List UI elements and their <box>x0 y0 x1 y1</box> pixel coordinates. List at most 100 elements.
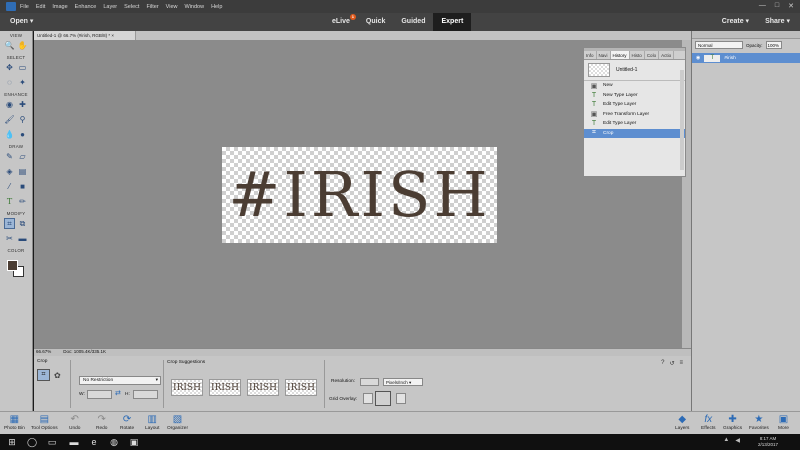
sponge-tool-icon[interactable]: ● <box>17 129 28 140</box>
rotate-button[interactable]: ⟳ Rotate <box>120 414 134 431</box>
layout-button[interactable]: ▥ Layout <box>145 414 159 431</box>
resolution-unit-select[interactable]: Pixels/Inch ▾ <box>383 378 423 386</box>
task-view-icon[interactable]: ▭ <box>44 436 60 448</box>
crop-tool-option-icon[interactable]: ⌗ <box>37 369 50 381</box>
height-input[interactable] <box>133 390 158 399</box>
gradient-tool-icon[interactable]: ▤ <box>17 166 28 177</box>
tab-histogram[interactable]: Histo <box>630 51 645 59</box>
crop-suggestion[interactable]: IRISH <box>209 379 241 396</box>
tab-expert[interactable]: Expert <box>433 13 472 31</box>
marquee-tool-icon[interactable]: ▭ <box>17 62 28 73</box>
eraser-tool-icon[interactable]: ▱ <box>17 151 28 162</box>
history-step[interactable]: ▣ New <box>584 81 685 91</box>
taskbar-clock[interactable]: 8:17 AM 2/13/2017 <box>758 436 778 448</box>
history-step[interactable]: T Edit Type Layer <box>584 100 685 110</box>
blend-mode-select[interactable]: Normal <box>695 41 743 49</box>
photo-bin-button[interactable]: ▦ Photo Bin <box>4 414 25 431</box>
cookie-cutter-icon[interactable]: ✿ <box>54 371 61 380</box>
menu-window[interactable]: Window <box>185 4 205 10</box>
layer-row[interactable]: ◉ T #irish <box>692 53 800 63</box>
reset-icon[interactable]: ↺ <box>669 360 674 367</box>
tool-options-button[interactable]: ▤ Tool Options <box>31 414 58 431</box>
share-button[interactable]: Share ▾ <box>765 17 790 25</box>
opacity-input[interactable]: 100% <box>765 41 782 49</box>
history-step-selected[interactable]: ⌗ Crop <box>584 128 685 138</box>
minimize-button[interactable]: — <box>759 2 766 10</box>
network-icon[interactable]: ▲ <box>723 437 729 444</box>
smart-brush-icon[interactable]: 🖌 <box>4 114 15 125</box>
tab-actions[interactable]: Actio <box>659 51 675 59</box>
crop-preset-select[interactable]: No Restriction ▾ <box>79 376 161 385</box>
zoom-tool-icon[interactable]: 🔍 <box>4 40 15 51</box>
menu-help[interactable]: Help <box>211 4 222 10</box>
document-image[interactable]: #IRISH <box>222 147 497 243</box>
windows-start-icon[interactable]: ⊞ <box>4 436 20 448</box>
shape-tool-icon[interactable]: ■ <box>17 181 28 192</box>
search-icon[interactable]: ◯ <box>24 436 40 448</box>
spot-healing-icon[interactable]: ✚ <box>17 99 28 110</box>
paint-bucket-icon[interactable]: ◈ <box>4 166 15 177</box>
history-step[interactable]: T New Type Layer <box>584 91 685 101</box>
tab-quick[interactable]: Quick <box>358 13 393 31</box>
resolution-input[interactable] <box>360 378 379 386</box>
volume-icon[interactable]: ◀ <box>735 437 740 444</box>
document-tab[interactable]: Untitled-1 @ 66.7% (#irish, RGB/8) * × <box>34 31 136 40</box>
tab-navigator[interactable]: Navi <box>597 51 611 59</box>
history-scrollbar[interactable] <box>680 70 684 170</box>
history-step[interactable]: T Edit Type Layer <box>584 119 685 129</box>
undo-button[interactable]: ↶ Undo <box>69 414 80 431</box>
width-input[interactable] <box>87 390 112 399</box>
chrome-icon[interactable]: ◍ <box>106 436 122 448</box>
favorites-button[interactable]: ★ Favorites <box>749 414 769 431</box>
history-snapshot[interactable]: Untitled-1 <box>584 60 685 81</box>
crop-suggestion[interactable]: IRISH <box>285 379 317 396</box>
menu-file[interactable]: File <box>20 4 29 10</box>
open-button[interactable]: Open ▾ <box>10 17 33 25</box>
tab-info[interactable]: Info <box>584 51 597 59</box>
tab-color[interactable]: Colo <box>645 51 660 59</box>
lasso-tool-icon[interactable]: ◌ <box>4 77 15 88</box>
content-aware-move-icon[interactable]: ✂ <box>4 233 15 244</box>
blur-tool-icon[interactable]: 💧 <box>4 129 15 140</box>
visibility-eye-icon[interactable]: ◉ <box>696 55 700 61</box>
menu-image[interactable]: Image <box>52 4 67 10</box>
menu-filter[interactable]: Filter <box>146 4 158 10</box>
crop-suggestion[interactable]: IRISH <box>247 379 279 396</box>
grid-thirds-button[interactable] <box>375 391 391 406</box>
grid-none-button[interactable] <box>363 393 373 404</box>
maximize-button[interactable]: □ <box>775 2 779 10</box>
close-tab-icon[interactable]: × <box>111 33 114 38</box>
more-button[interactable]: ▣ More <box>778 414 789 431</box>
foreground-color-swatch[interactable] <box>7 260 18 271</box>
magic-wand-icon[interactable]: ✦ <box>17 77 28 88</box>
menu-layer[interactable]: Layer <box>103 4 117 10</box>
clone-stamp-icon[interactable]: ⚲ <box>17 114 28 125</box>
menu-icon[interactable]: ≡ <box>679 360 683 367</box>
swap-icon[interactable]: ⇄ <box>115 389 121 397</box>
history-step[interactable]: ▣ Free Transform Layer <box>584 110 685 120</box>
photoshop-elements-icon[interactable]: ▣ <box>126 436 142 448</box>
menu-view[interactable]: View <box>166 4 178 10</box>
menu-edit[interactable]: Edit <box>36 4 45 10</box>
close-button[interactable]: ✕ <box>788 2 794 10</box>
tab-elive[interactable]: eLive 1 <box>324 13 358 31</box>
menu-enhance[interactable]: Enhance <box>75 4 97 10</box>
graphics-button[interactable]: ✚ Graphics <box>723 414 742 431</box>
tab-guided[interactable]: Guided <box>393 13 433 31</box>
red-eye-tool-icon[interactable]: ◉ <box>4 99 15 110</box>
file-explorer-icon[interactable]: ▬ <box>66 436 82 448</box>
move-tool-icon[interactable]: ✥ <box>4 62 15 73</box>
organizer-button[interactable]: ▧ Organizer <box>167 414 188 431</box>
menu-select[interactable]: Select <box>124 4 139 10</box>
redo-button[interactable]: ↷ Redo <box>96 414 107 431</box>
create-button[interactable]: Create ▾ <box>722 17 749 25</box>
recompose-tool-icon[interactable]: ⧉ <box>17 218 28 229</box>
tab-history[interactable]: History <box>610 51 630 59</box>
type-tool-icon[interactable]: T <box>4 196 15 207</box>
pencil-tool-icon[interactable]: ✏ <box>17 196 28 207</box>
help-icon[interactable]: ? <box>661 360 664 367</box>
eyedropper-icon[interactable]: ⁄ <box>4 181 15 192</box>
hand-tool-icon[interactable]: ✋ <box>17 40 28 51</box>
effects-button[interactable]: fx Effects <box>701 414 716 431</box>
crop-tool-icon[interactable]: ⌗ <box>4 218 15 229</box>
